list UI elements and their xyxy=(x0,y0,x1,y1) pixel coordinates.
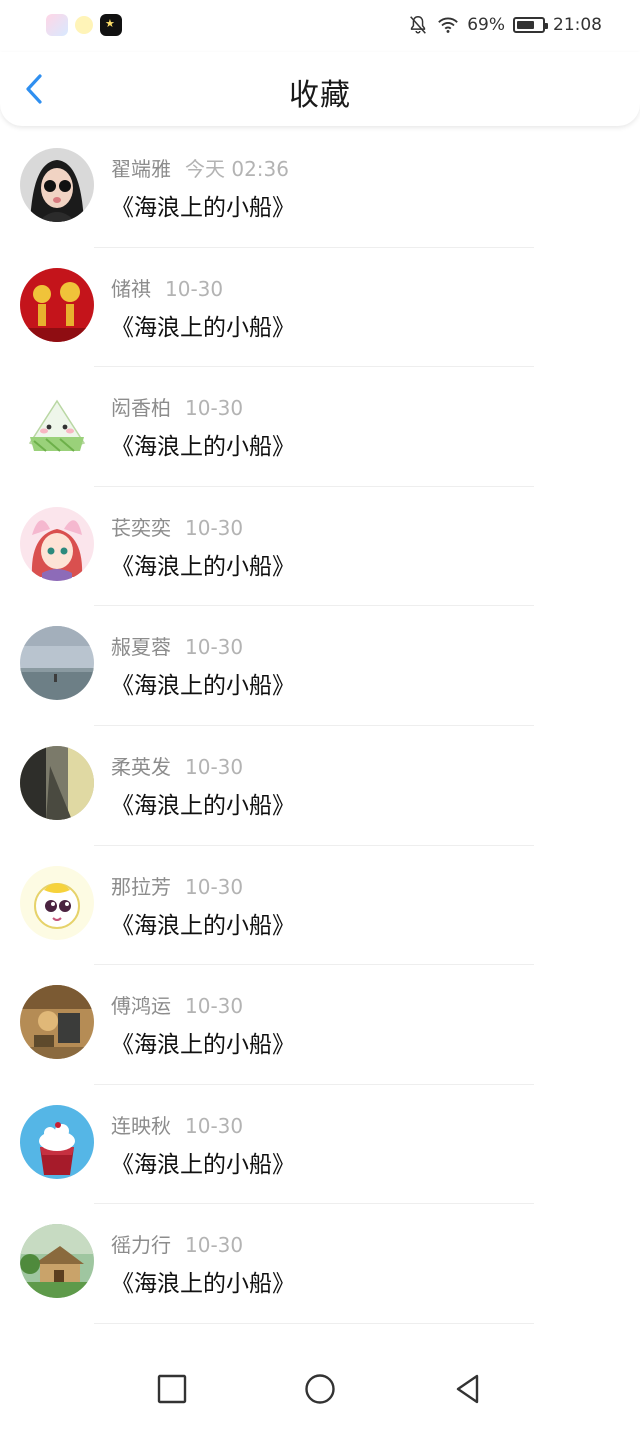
item-meta: 苌奕奕 10-30 xyxy=(111,512,243,541)
user-name: 那拉芳 xyxy=(111,874,171,899)
user-name: 储祺 xyxy=(111,276,151,301)
avatar-image xyxy=(20,387,94,462)
back-nav-button[interactable] xyxy=(448,1369,488,1409)
item-meta: 连映秋 10-30 xyxy=(111,1110,243,1139)
avatar-image xyxy=(20,1104,94,1179)
list-item[interactable]: 赧夏蓉 10-30 《海浪上的小船》 xyxy=(0,606,640,726)
item-title: 《海浪上的小船》 xyxy=(111,792,295,819)
avatar[interactable] xyxy=(20,985,94,1060)
timestamp: 10-30 xyxy=(185,1113,244,1138)
avatar-image xyxy=(20,1224,94,1299)
avatar[interactable] xyxy=(20,267,94,342)
home-icon xyxy=(305,1374,335,1404)
divider xyxy=(94,1322,534,1324)
item-title: 《海浪上的小船》 xyxy=(111,195,295,221)
item-meta: 那拉芳 10-30 xyxy=(111,871,243,900)
timestamp: 10-30 xyxy=(165,276,224,301)
battery-percent: 69% xyxy=(467,15,505,35)
list-item[interactable]: 柔英发 10-30 《海浪上的小船》 xyxy=(0,726,640,846)
avatar[interactable] xyxy=(20,1224,94,1299)
avatar-image xyxy=(20,985,94,1060)
battery-icon xyxy=(513,17,548,33)
list-item[interactable]: 傅鸿运 10-30 《海浪上的小船》 xyxy=(0,965,640,1085)
item-title: 《海浪上的小船》 xyxy=(111,1151,295,1178)
avatar[interactable] xyxy=(20,626,94,701)
user-name: 翟端雅 xyxy=(111,157,171,181)
avatar[interactable] xyxy=(20,1104,94,1179)
avatar-image xyxy=(20,267,94,342)
status-bar: 69% 21:08 xyxy=(0,0,640,52)
list-item[interactable]: 徭力行 10-30 《海浪上的小船》 xyxy=(0,1204,640,1324)
list-item[interactable]: 连映秋 10-30 《海浪上的小船》 xyxy=(0,1085,640,1205)
user-name: 连映秋 xyxy=(111,1113,171,1138)
battery-fill xyxy=(517,21,534,29)
app-notification-icon xyxy=(46,14,68,36)
timestamp: 10-30 xyxy=(185,635,244,660)
avatar[interactable] xyxy=(20,865,94,940)
item-title: 《海浪上的小船》 xyxy=(111,434,295,461)
avatar-image xyxy=(20,506,94,581)
timestamp: 今天 02:36 xyxy=(185,157,289,181)
item-meta: 储祺 10-30 xyxy=(111,273,223,302)
item-meta: 柔英发 10-30 xyxy=(111,751,243,780)
item-title: 《海浪上的小船》 xyxy=(111,314,295,341)
avatar[interactable] xyxy=(20,148,94,222)
list-item[interactable]: 那拉芳 10-30 《海浪上的小船》 xyxy=(0,846,640,966)
wifi-icon xyxy=(438,17,459,33)
user-name: 傅鸿运 xyxy=(111,994,171,1019)
clock: 21:08 xyxy=(553,15,602,35)
favorites-list: 翟端雅 今天 02:36 《海浪上的小船》 储祺 10-30 《海浪上的小船》 闳香柏 10-… xyxy=(0,128,640,1324)
user-name: 柔英发 xyxy=(111,754,171,779)
user-name: 苌奕奕 xyxy=(111,515,171,540)
app-notification-icon xyxy=(100,14,122,36)
item-meta: 赧夏蓉 10-30 xyxy=(111,631,243,660)
list-item[interactable]: 闳香柏 10-30 《海浪上的小船》 xyxy=(0,367,640,487)
list-item[interactable]: 储祺 10-30 《海浪上的小船》 xyxy=(0,248,640,368)
timestamp: 10-30 xyxy=(185,874,244,899)
item-meta: 徭力行 10-30 xyxy=(111,1229,243,1258)
item-title: 《海浪上的小船》 xyxy=(111,912,295,939)
app-notification-icon xyxy=(75,16,93,34)
recent-apps-icon xyxy=(157,1374,187,1404)
timestamp: 10-30 xyxy=(185,515,244,540)
list-item[interactable]: 翟端雅 今天 02:36 《海浪上的小船》 xyxy=(0,128,640,248)
home-button[interactable] xyxy=(300,1369,340,1409)
avatar[interactable] xyxy=(20,387,94,462)
item-title: 《海浪上的小船》 xyxy=(111,553,295,580)
user-name: 闳香柏 xyxy=(111,396,171,421)
item-meta: 翟端雅 今天 02:36 xyxy=(111,153,289,182)
timestamp: 10-30 xyxy=(185,754,244,779)
notifications-off-icon xyxy=(410,16,427,34)
status-indicators: 69% 21:08 xyxy=(407,14,602,36)
back-icon xyxy=(456,1374,479,1404)
avatar[interactable] xyxy=(20,745,94,820)
item-title: 《海浪上的小船》 xyxy=(111,1032,295,1059)
item-title: 《海浪上的小船》 xyxy=(111,673,295,700)
timestamp: 10-30 xyxy=(185,396,244,421)
page-title: 收藏 xyxy=(289,78,351,113)
recent-apps-button[interactable] xyxy=(152,1369,192,1409)
user-name: 徭力行 xyxy=(111,1233,171,1258)
item-title: 《海浪上的小船》 xyxy=(111,1271,295,1298)
avatar-image xyxy=(20,745,94,820)
notification-app-icons xyxy=(46,14,122,36)
avatar-image xyxy=(20,626,94,701)
avatar-image xyxy=(20,865,94,940)
item-meta: 闳香柏 10-30 xyxy=(111,392,243,421)
system-nav-bar xyxy=(0,1347,640,1433)
user-name: 赧夏蓉 xyxy=(111,635,171,660)
item-meta: 傅鸿运 10-30 xyxy=(111,990,243,1019)
avatar[interactable] xyxy=(20,506,94,581)
list-item[interactable]: 苌奕奕 10-30 《海浪上的小船》 xyxy=(0,487,640,607)
app-header: 收藏 xyxy=(0,52,640,126)
avatar-image xyxy=(20,148,94,222)
timestamp: 10-30 xyxy=(185,994,244,1019)
timestamp: 10-30 xyxy=(185,1233,244,1258)
